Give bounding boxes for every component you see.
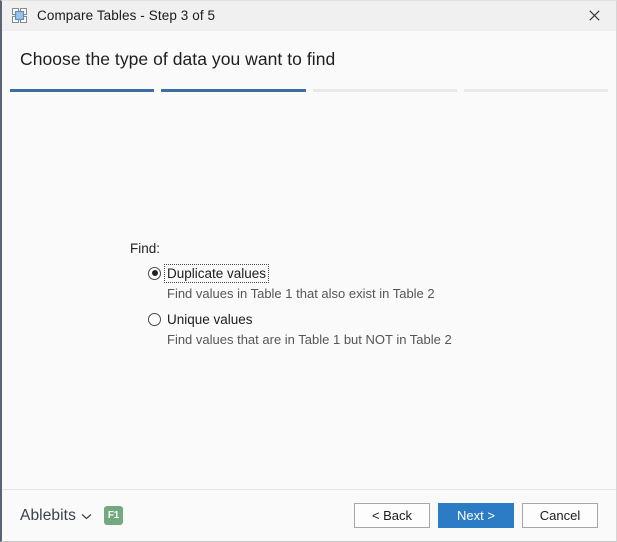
ablebits-menu[interactable]: Ablebits bbox=[20, 507, 92, 525]
radio-unique-values[interactable] bbox=[148, 312, 161, 326]
compare-tables-icon bbox=[11, 7, 28, 24]
option-unique-values[interactable]: Unique values Find values that are in Ta… bbox=[148, 310, 452, 347]
step-indicator-2 bbox=[161, 89, 306, 92]
dialog-footer: Ablebits F1 < Back Next > Cancel bbox=[2, 489, 616, 541]
radio-row-unique-values[interactable]: Unique values bbox=[148, 310, 452, 328]
radio-description-duplicate-values: Find values in Table 1 that also exist i… bbox=[167, 286, 435, 301]
radio-row-duplicate-values[interactable]: Duplicate values bbox=[148, 263, 435, 283]
compare-tables-dialog: Compare Tables - Step 3 of 5 Choose the … bbox=[0, 0, 617, 542]
ablebits-label: Ablebits bbox=[20, 506, 76, 524]
step-indicator-1 bbox=[10, 89, 155, 92]
step-indicator-3 bbox=[312, 89, 457, 92]
title-bar: Compare Tables - Step 3 of 5 bbox=[2, 1, 616, 31]
close-icon[interactable] bbox=[572, 1, 616, 30]
find-group-label: Find: bbox=[130, 241, 161, 256]
page-title: Choose the type of data you want to find bbox=[20, 49, 336, 69]
next-button[interactable]: Next > bbox=[438, 503, 514, 528]
step-progress bbox=[2, 77, 616, 104]
dialog-header: Choose the type of data you want to find bbox=[2, 31, 616, 77]
cancel-button[interactable]: Cancel bbox=[522, 503, 598, 528]
dialog-body: Find: Duplicate values Find values in Ta… bbox=[2, 104, 616, 489]
radio-duplicate-values[interactable] bbox=[148, 266, 161, 280]
radio-description-unique-values: Find values that are in Table 1 but NOT … bbox=[167, 332, 452, 347]
step-indicator-4 bbox=[463, 89, 608, 92]
radio-label-duplicate-values[interactable]: Duplicate values bbox=[163, 263, 270, 283]
chevron-down-icon bbox=[81, 507, 92, 525]
radio-label-unique-values[interactable]: Unique values bbox=[165, 311, 255, 328]
back-button[interactable]: < Back bbox=[354, 503, 430, 528]
f1-help-badge[interactable]: F1 bbox=[103, 506, 123, 525]
option-duplicate-values[interactable]: Duplicate values Find values in Table 1 … bbox=[148, 263, 435, 301]
window-title: Compare Tables - Step 3 of 5 bbox=[37, 8, 216, 23]
